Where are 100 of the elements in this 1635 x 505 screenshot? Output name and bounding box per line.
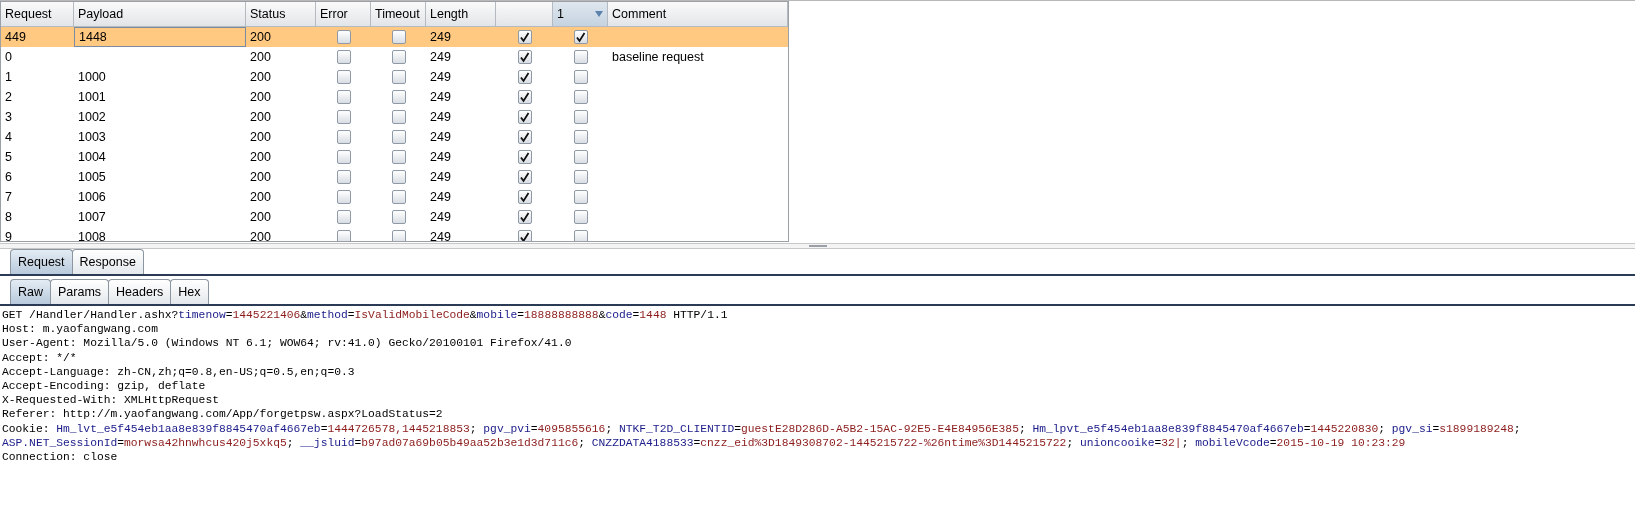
table-cell-text: 200 bbox=[249, 148, 272, 166]
checkbox[interactable] bbox=[517, 170, 532, 184]
column-header[interactable]: Error bbox=[316, 2, 371, 27]
splitter-handle[interactable] bbox=[808, 245, 827, 247]
checkbox[interactable] bbox=[573, 230, 588, 241]
table-cell-text: 249 bbox=[429, 28, 452, 46]
checkbox[interactable] bbox=[573, 130, 588, 144]
table-row[interactable]: 449 1448 200 249 bbox=[1, 27, 788, 47]
checkbox[interactable] bbox=[517, 190, 532, 204]
column-header[interactable]: 1 bbox=[553, 2, 608, 27]
checkbox[interactable] bbox=[391, 30, 406, 44]
checkbox[interactable] bbox=[391, 170, 406, 184]
table-cell-text: 200 bbox=[249, 128, 272, 146]
checkbox[interactable] bbox=[573, 70, 588, 84]
checkbox[interactable] bbox=[391, 90, 406, 104]
checkbox[interactable] bbox=[391, 70, 406, 84]
table-cell-text: 1002 bbox=[77, 108, 107, 126]
checkbox[interactable] bbox=[517, 50, 532, 64]
column-header[interactable]: Timeout bbox=[371, 2, 426, 27]
check-icon bbox=[519, 171, 530, 183]
table-cell-text: 1007 bbox=[77, 208, 107, 226]
table-cell-text: 3 bbox=[4, 108, 13, 126]
table-cell-text: 2 bbox=[4, 88, 13, 106]
table-cell-text: 249 bbox=[429, 68, 452, 86]
checkbox[interactable] bbox=[517, 30, 532, 44]
checkbox[interactable] bbox=[391, 50, 406, 64]
table-cell-text: 1005 bbox=[77, 168, 107, 186]
checkbox[interactable] bbox=[336, 50, 351, 64]
checkbox[interactable] bbox=[336, 130, 351, 144]
table-cell-text: 1008 bbox=[77, 228, 107, 241]
view-tab[interactable]: Headers bbox=[108, 279, 172, 304]
checkbox[interactable] bbox=[517, 70, 532, 84]
table-cell-text: 249 bbox=[429, 88, 452, 106]
checkbox[interactable] bbox=[336, 110, 351, 124]
checkbox[interactable] bbox=[517, 210, 532, 224]
table-cell-text: 1003 bbox=[77, 128, 107, 146]
table-cell-text: 249 bbox=[429, 128, 452, 146]
checkbox[interactable] bbox=[573, 190, 588, 204]
check-icon bbox=[519, 211, 530, 223]
checkbox[interactable] bbox=[336, 210, 351, 224]
table-cell-text: 249 bbox=[429, 188, 452, 206]
checkbox[interactable] bbox=[573, 210, 588, 224]
checkbox[interactable] bbox=[517, 130, 532, 144]
table-cell-text: 7 bbox=[4, 188, 13, 206]
message-tab[interactable]: Request bbox=[10, 249, 73, 274]
table-cell-text: 1 bbox=[4, 68, 13, 86]
checkbox[interactable] bbox=[573, 170, 588, 184]
column-header[interactable]: Status bbox=[246, 2, 316, 27]
table-cell-text: 200 bbox=[249, 28, 272, 46]
table-cell-text: 200 bbox=[249, 68, 272, 86]
checkbox[interactable] bbox=[336, 90, 351, 104]
column-header[interactable]: Length bbox=[426, 2, 496, 27]
view-tab[interactable]: Hex bbox=[170, 279, 209, 304]
checkbox[interactable] bbox=[391, 190, 406, 204]
raw-request-text[interactable]: GET /Handler/Handler.ashx?timenow=1445221406&method=IsValidMobileCode&mobile=18888888888&code=1448 HTTP/1.1 Host: m.yaofangwang.com User-Agent: Mozilla/5.0 (Windows NT 6.1; WOW64; rv:41.0) Gecko/20100101 Firefox/41.0 Accept: */* Accept-Language: zh-CN,zh;q=0.8,en-US;q=0.5,en;q=0.3 Accept-Encoding: gzip, deflate X-Requested-With: XMLHttpRequest Referer: http://m.yaofangwang.com/App/forgetpsw.aspx?LoadStatus=2 Cookie: Hm_lvt_e5f454eb1aa8e839f8845470af4667eb=1444726578,1445218853; pgv_pvi=4095855616; NTKF_T2D_CLIENTID=guestE28D286D-A5B2-15AC-92E5-E4E84956E385; Hm_lpvt_e5f454eb1aa8e839f8845470af4667eb=1445220830; pgv_si=s1899189248; ASP.NET_SessionId=morwsa42hnwhcus420j5xkq5; __jsluid=b97ad07a69b05b49aa52b3e1d3d711c6; CNZZDATA4188533=cnzz_eid%3D1849308702-1445215722-%26ntime%3D1445215722; unioncooike=32|; mobileVcode=2015-10-19 10:23:29 Connection: close bbox=[0, 306, 1635, 465]
table-cell-text: 1004 bbox=[77, 148, 107, 166]
check-icon bbox=[519, 151, 530, 163]
check-icon bbox=[519, 31, 530, 43]
table-cell-text: 200 bbox=[249, 208, 272, 226]
table-cell-text: 249 bbox=[429, 168, 452, 186]
table-cell-text: 1001 bbox=[77, 88, 107, 106]
checkbox[interactable] bbox=[391, 110, 406, 124]
table-cell-text: 200 bbox=[249, 168, 272, 186]
checkbox[interactable] bbox=[391, 230, 406, 241]
checkbox[interactable] bbox=[391, 210, 406, 224]
check-icon bbox=[519, 71, 530, 83]
checkbox[interactable] bbox=[336, 190, 351, 204]
check-icon bbox=[519, 91, 530, 103]
table-cell-text: 1006 bbox=[77, 188, 107, 206]
view-tab[interactable]: Params bbox=[50, 279, 110, 304]
checkbox[interactable] bbox=[517, 110, 532, 124]
checkbox[interactable] bbox=[391, 150, 406, 164]
table-cell-text: 200 bbox=[249, 188, 272, 206]
checkbox[interactable] bbox=[391, 130, 406, 144]
checkbox[interactable] bbox=[336, 230, 351, 241]
checkbox[interactable] bbox=[573, 30, 588, 44]
check-icon bbox=[575, 31, 586, 43]
column-header[interactable]: Comment bbox=[608, 2, 788, 27]
checkbox[interactable] bbox=[336, 150, 351, 164]
table-cell-text: 8 bbox=[4, 208, 13, 226]
table-cell-text: 9 bbox=[4, 228, 13, 241]
checkbox[interactable] bbox=[573, 110, 588, 124]
checkbox[interactable] bbox=[573, 50, 588, 64]
check-icon bbox=[519, 131, 530, 143]
checkbox[interactable] bbox=[573, 150, 588, 164]
table-cell-text: 1000 bbox=[77, 68, 107, 86]
checkbox[interactable] bbox=[573, 90, 588, 104]
view-tab[interactable]: Raw bbox=[10, 279, 51, 304]
checkbox[interactable] bbox=[517, 150, 532, 164]
checkbox[interactable] bbox=[336, 170, 351, 184]
checkbox[interactable] bbox=[336, 30, 351, 44]
table-cell-text: 249 bbox=[429, 228, 452, 241]
table-cell-text: 200 bbox=[249, 108, 272, 126]
checkbox[interactable] bbox=[336, 70, 351, 84]
message-tab[interactable]: Response bbox=[71, 249, 144, 274]
table-cell-text: 0 bbox=[4, 48, 13, 66]
checkbox[interactable] bbox=[517, 90, 532, 104]
column-header[interactable]: Request bbox=[1, 2, 74, 27]
sort-arrow-icon bbox=[595, 11, 603, 17]
column-header[interactable]: Payload bbox=[74, 2, 246, 27]
